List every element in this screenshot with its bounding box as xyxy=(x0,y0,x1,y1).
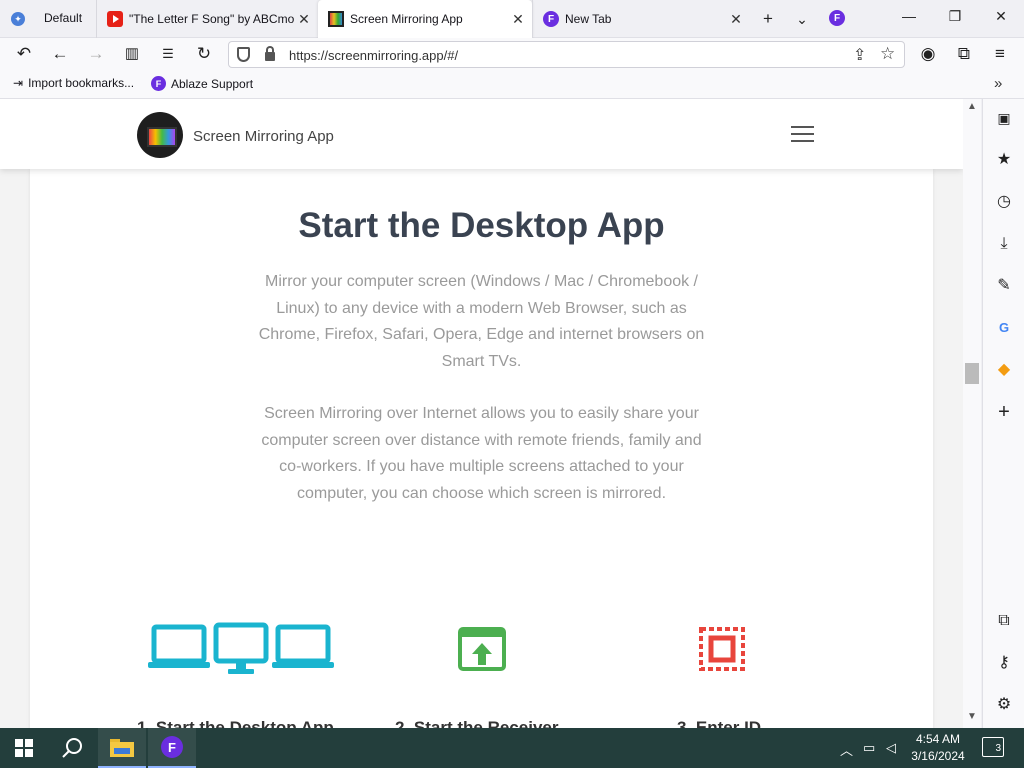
screen-mirroring-icon xyxy=(328,11,344,27)
account-icon[interactable]: ◉ xyxy=(917,44,939,64)
undo-close-tab-icon[interactable]: ↶ xyxy=(13,44,35,64)
close-icon[interactable]: ✕ xyxy=(508,11,528,28)
ablaze-browser-button[interactable]: F xyxy=(148,728,196,768)
intro-paragraph: Mirror your computer screen (Windows / M… xyxy=(258,273,705,370)
tab-screen-mirroring[interactable]: Screen Mirroring App ✕ xyxy=(318,0,532,38)
puzzle-icon[interactable]: ⧉ xyxy=(994,611,1014,631)
show-hidden-icons-chevron-icon[interactable]: ︿ xyxy=(840,740,853,759)
lock-icon[interactable] xyxy=(265,46,275,61)
devices-icon xyxy=(148,622,334,674)
navigation-toolbar: ↶ ← → ▥ ☰ ↻ https://screenmirroring.app/… xyxy=(0,38,1024,70)
star-icon[interactable]: ★ xyxy=(994,150,1014,170)
clock-time: 4:54 AM xyxy=(915,732,961,746)
import-icon: ⇥ xyxy=(13,76,24,90)
close-icon[interactable]: ✕ xyxy=(726,11,746,28)
url-bar[interactable]: https://screenmirroring.app/#/ ⇪ ☆ xyxy=(228,41,905,68)
folder-icon xyxy=(110,739,134,757)
tab-title: "The Letter F Song" by ABCmo xyxy=(129,12,294,26)
globe-icon: ✦ xyxy=(11,12,25,26)
notification-count: 3 xyxy=(995,743,1001,754)
minimize-button[interactable]: — xyxy=(894,8,924,24)
forward-button[interactable]: → xyxy=(85,44,107,64)
profile-tab-label: Default xyxy=(44,10,83,25)
translate-icon[interactable]: G xyxy=(994,318,1014,338)
youtube-icon xyxy=(107,11,123,27)
browser-sidebar: ▣ ★ ◷ ⤓ ✎ G ◆ + ⧉ ⚷ ⚙ xyxy=(982,99,1024,728)
scroll-down-icon[interactable]: ▼ xyxy=(967,711,977,722)
step-3-label: 3. Enter ID xyxy=(677,718,762,728)
page-heading: Start the Desktop App xyxy=(298,206,665,245)
site-logo[interactable] xyxy=(137,112,183,158)
ablaze-extension-icon[interactable]: F xyxy=(829,10,845,26)
notes-icon[interactable]: ◆ xyxy=(994,360,1014,380)
select-frame-icon xyxy=(699,627,745,671)
restore-button[interactable]: ❐ xyxy=(940,8,970,25)
file-explorer-button[interactable] xyxy=(98,728,146,768)
add-icon[interactable]: + xyxy=(994,402,1014,422)
url-text[interactable]: https://screenmirroring.app/#/ xyxy=(289,48,458,63)
search-button[interactable] xyxy=(48,728,96,768)
site-header: Screen Mirroring App xyxy=(0,99,963,169)
site-brand-name[interactable]: Screen Mirroring App xyxy=(193,128,334,145)
notification-center-icon[interactable]: 3 xyxy=(982,737,1004,757)
menu-icon[interactable]: ≡ xyxy=(989,44,1011,64)
tab-list-chevron-icon[interactable]: ⌄ xyxy=(792,9,812,29)
scrollbar-thumb[interactable] xyxy=(965,363,979,384)
step-2-label: 2. Start the Receiver xyxy=(395,718,559,728)
share-icon[interactable]: ⇪ xyxy=(853,45,866,65)
reader-view-icon[interactable]: ▥ xyxy=(121,44,143,64)
history-icon[interactable]: ◷ xyxy=(994,192,1014,212)
page-viewport: Screen Mirroring App Start the Desktop A… xyxy=(0,99,963,728)
system-clock[interactable]: 4:54 AM 3/16/2024 xyxy=(906,731,970,765)
bookmarks-overflow-icon[interactable]: » xyxy=(994,75,1002,92)
step-1-label: 1. Start the Desktop App xyxy=(137,718,334,728)
description-paragraph: Screen Mirroring over Internet allows yo… xyxy=(261,405,702,502)
open-in-browser-icon xyxy=(458,627,506,671)
new-tab-button[interactable]: + xyxy=(758,9,778,29)
tab-title: New Tab xyxy=(565,12,612,26)
bookmark-import[interactable]: ⇥ Import bookmarks... xyxy=(13,76,134,90)
tracking-shield-icon[interactable] xyxy=(237,47,250,62)
page-scrollbar[interactable]: ▲ ▼ xyxy=(963,99,981,728)
bookmarks-toolbar: ⇥ Import bookmarks... F Ablaze Support » xyxy=(0,70,1024,99)
bookmark-label: Ablaze Support xyxy=(171,76,254,91)
network-icon[interactable]: ▭ xyxy=(863,740,875,756)
tab-list-icon[interactable]: ☰ xyxy=(157,44,179,64)
reload-button[interactable]: ↻ xyxy=(193,44,215,64)
bookmark-star-icon[interactable]: ☆ xyxy=(880,44,895,64)
key-icon[interactable]: ⚷ xyxy=(994,653,1014,673)
windows-logo-icon xyxy=(15,739,33,757)
tab-new-tab[interactable]: F New Tab ✕ xyxy=(532,0,750,38)
close-icon[interactable]: ✕ xyxy=(294,11,314,28)
search-icon xyxy=(62,738,82,758)
ablaze-f-icon: F xyxy=(151,76,166,91)
profile-tab[interactable]: ✦ Default xyxy=(0,0,96,38)
windows-taskbar: F ︿ ▭ ◁ 4:54 AM 3/16/2024 3 xyxy=(0,728,1024,768)
download-icon[interactable]: ⤓ xyxy=(994,234,1014,254)
tab-title: Screen Mirroring App xyxy=(350,12,463,26)
bookmark-label: Import bookmarks... xyxy=(28,76,135,90)
ablaze-f-icon: F xyxy=(543,11,559,27)
briefcase-icon[interactable]: ▣ xyxy=(994,108,1014,128)
volume-muted-icon[interactable]: ◁ xyxy=(886,740,896,756)
hamburger-menu-icon[interactable] xyxy=(791,126,814,142)
content-card: Start the Desktop App Mirror your comput… xyxy=(30,169,933,728)
settings-icon[interactable]: ⚙ xyxy=(994,695,1014,715)
clock-date: 3/16/2024 xyxy=(911,749,965,763)
tab-strip: ✦ Default "The Letter F Song" by ABCmo ✕… xyxy=(0,0,1024,38)
tab-letter-f-song[interactable]: "The Letter F Song" by ABCmo ✕ xyxy=(96,0,318,38)
scroll-up-icon[interactable]: ▲ xyxy=(967,101,977,112)
window-close-button[interactable]: ✕ xyxy=(986,8,1016,25)
ablaze-f-icon: F xyxy=(161,736,183,758)
back-button[interactable]: ← xyxy=(49,44,71,64)
extensions-puzzle-icon[interactable]: ⧉ xyxy=(953,44,975,64)
start-button[interactable] xyxy=(0,728,48,768)
bookmark-ablaze-support[interactable]: F Ablaze Support xyxy=(151,76,253,91)
pen-icon[interactable]: ✎ xyxy=(994,276,1014,296)
